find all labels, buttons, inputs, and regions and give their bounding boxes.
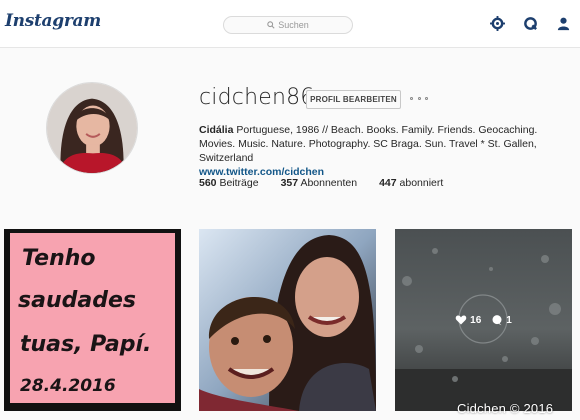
stat-following-label: abonniert <box>399 177 444 189</box>
handwriting-line-4: 28.4.2016 <box>20 376 116 396</box>
copyright-watermark: Cidchen © 2016 <box>457 401 554 416</box>
profile-full-name: Cidália <box>199 124 234 136</box>
stat-following[interactable]: 447 abonniert <box>379 177 443 189</box>
stat-posts-label: Beiträge <box>219 177 259 189</box>
stat-followers[interactable]: 357 Abonnenten <box>281 177 358 189</box>
post-thumbnail[interactable]: Tenho saudades tuas, Papí. 28.4.2016 <box>4 229 181 411</box>
profile-username: cidchen86 <box>199 85 315 110</box>
stat-following-count: 447 <box>379 177 397 189</box>
handwriting-line-3: tuas, Papí. <box>20 332 151 357</box>
activity-icon[interactable] <box>523 16 538 31</box>
stat-posts-count: 560 <box>199 177 217 189</box>
top-navigation-bar: Instagram Suchen <box>0 0 580 48</box>
profile-icon[interactable] <box>556 16 571 31</box>
likes-count-item: 16 <box>455 314 481 326</box>
search-placeholder: Suchen <box>278 20 309 30</box>
edit-profile-button[interactable]: PROFIL BEARBEITEN <box>306 90 401 109</box>
stat-posts: 560 Beiträge <box>199 177 259 189</box>
search-icon <box>267 21 275 29</box>
stat-followers-label: Abonnenten <box>300 177 358 189</box>
instagram-logo[interactable]: Instagram <box>5 11 101 31</box>
avatar[interactable] <box>46 82 138 174</box>
post-thumbnail[interactable] <box>199 229 376 411</box>
profile-bio-text: Portuguese, 1986 // Beach. Books. Family… <box>199 124 538 164</box>
handwriting-line-2: saudades <box>18 288 136 313</box>
likes-count: 16 <box>470 314 482 326</box>
heart-icon <box>455 315 467 325</box>
comments-count: 1 <box>506 314 512 326</box>
post-stats-overlay: 16 1 <box>395 229 572 411</box>
profile-bio: Cidália Portuguese, 1986 // Beach. Books… <box>199 123 569 179</box>
handwriting-line-1: Tenho <box>22 246 96 271</box>
post-thumbnail[interactable]: 16 1 <box>395 229 572 411</box>
comments-count-item: 1 <box>491 314 512 326</box>
compass-icon[interactable] <box>490 16 505 31</box>
search-input[interactable]: Suchen <box>223 16 353 34</box>
more-options-icon[interactable] <box>410 93 428 103</box>
stat-followers-count: 357 <box>280 177 299 189</box>
comment-icon <box>492 315 502 326</box>
profile-stats: 560 Beiträge 357 Abonnenten 447 abonnier… <box>199 177 465 189</box>
